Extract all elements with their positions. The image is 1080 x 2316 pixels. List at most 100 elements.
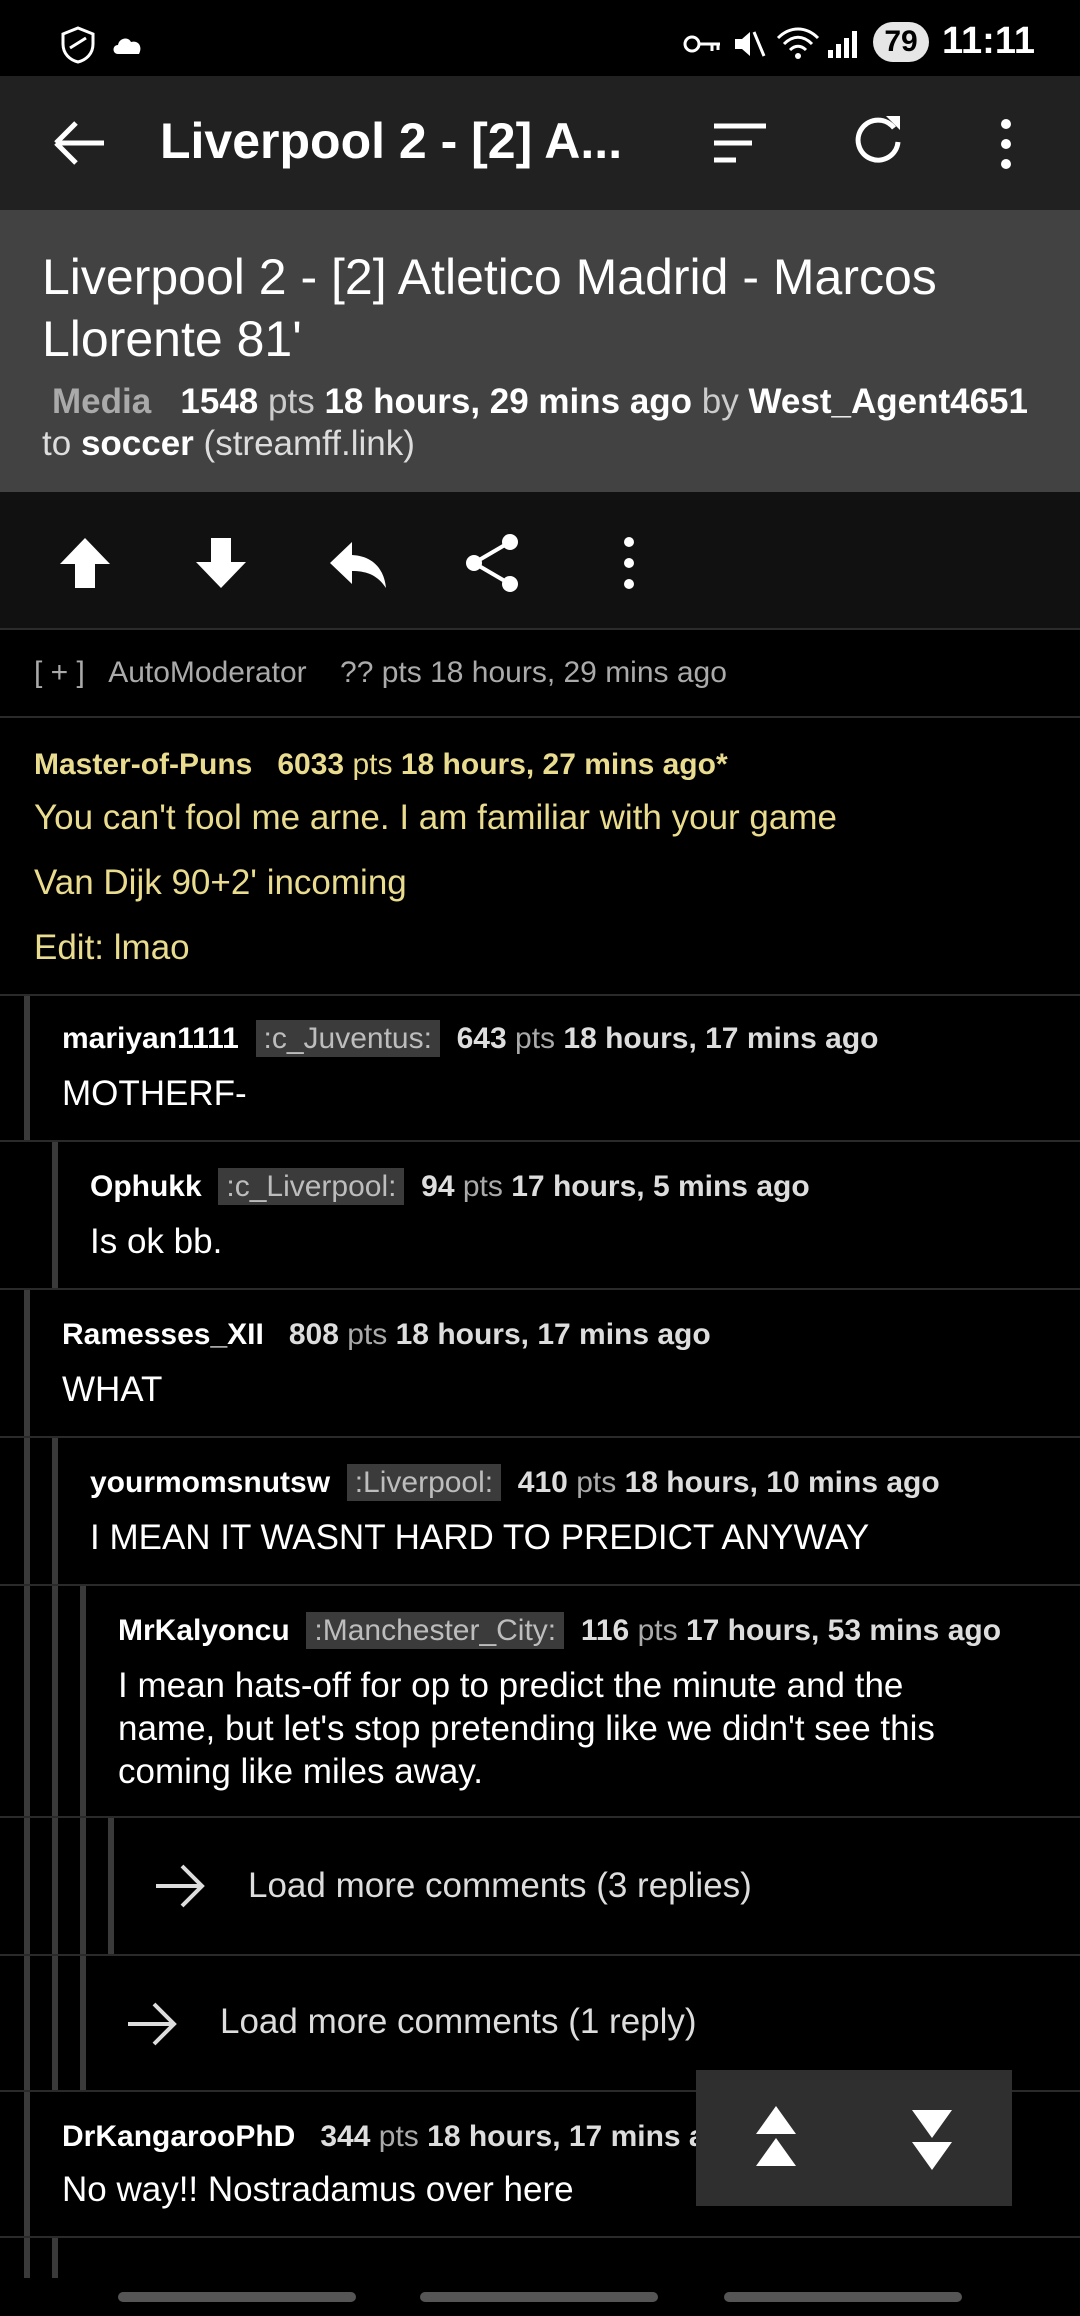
comment-author[interactable]: Ramesses_XII	[62, 1318, 264, 1351]
thread-indent-bar	[52, 1956, 58, 2090]
jump-down-icon[interactable]	[900, 2100, 964, 2176]
comment-pts-label: pts	[576, 1466, 617, 1499]
comment-author[interactable]: yourmomsnutsw	[90, 1466, 330, 1499]
thread-indent-bar	[52, 1818, 58, 1954]
thread-indent-bar	[24, 1438, 30, 1584]
comment-time: 18 hours, 27 mins ago*	[400, 748, 728, 781]
comment-points: 643	[456, 1022, 507, 1055]
post-title: Liverpool 2 - [2] Atletico Madrid - Marc…	[42, 249, 937, 367]
signal-icon	[828, 31, 857, 58]
comment-author[interactable]: AutoModerator	[108, 656, 306, 689]
sort-icon[interactable]	[712, 120, 768, 166]
thread-indent-bar	[80, 1818, 86, 1954]
comment-author[interactable]: Ophukk	[90, 1170, 202, 1203]
comment-pts-label: pts	[347, 1318, 388, 1351]
comment-header: DrKangarooPhD 344 pts 18 hours, 17 mins …	[62, 2120, 742, 2154]
expand-toggle[interactable]: [ + ]	[34, 656, 85, 689]
downvote-icon[interactable]	[186, 528, 256, 598]
post-points: 1548	[180, 382, 259, 421]
post-domain[interactable]: (streamff.link)	[204, 424, 415, 463]
comment-author[interactable]: Master-of-Puns	[34, 748, 252, 781]
back-arrow-icon[interactable]	[52, 118, 108, 168]
comment-author[interactable]: MrKalyoncu	[118, 1614, 290, 1647]
post-subreddit-line: to soccer (streamff.link)	[42, 422, 415, 466]
comment-header: Ophukk :c_Liverpool: 94 pts 17 hours, 5 …	[90, 1168, 810, 1205]
thread-indent-bar	[24, 2092, 30, 2236]
comment-body-line: Edit: lmao	[34, 928, 190, 967]
comment-points: 116	[580, 1614, 630, 1647]
clock: 11:11	[942, 20, 1035, 62]
nav-gesture-pill	[118, 2292, 356, 2302]
comment-body: I mean hats-off for op to predict the mi…	[118, 1666, 935, 1791]
comment[interactable]: Ramesses_XII 808 pts 18 hours, 17 mins a…	[0, 1290, 1080, 1438]
collapsed-comment-header: [ + ] AutoModerator ?? pts 18 hours, 29 …	[34, 656, 727, 690]
thread-indent-bar	[24, 1818, 30, 1954]
refresh-icon[interactable]	[850, 112, 906, 168]
thread-indent-bar	[52, 1142, 58, 1288]
comment[interactable]: Ophukk :c_Liverpool: 94 pts 17 hours, 5 …	[0, 1142, 1080, 1290]
post-type-badge: Media	[52, 382, 152, 421]
thread-indent-bar	[24, 1586, 30, 1816]
shield-icon	[61, 26, 95, 64]
thread-indent-bar	[80, 1586, 86, 1816]
comment-body: Is ok bb.	[90, 1222, 223, 1261]
comment-body-line: Van Dijk 90+2' incoming	[34, 863, 407, 902]
status-bar: 79 11:11	[0, 0, 1080, 76]
comment-time: 18 hours, 10 mins ago	[624, 1466, 940, 1499]
mute-icon	[735, 31, 766, 57]
more-actions-icon[interactable]	[594, 528, 664, 598]
vpn-key-icon	[683, 35, 720, 53]
comment-points: 94	[421, 1170, 455, 1203]
comment-points: 808	[288, 1318, 339, 1351]
comment-author[interactable]: mariyan1111	[62, 1022, 239, 1055]
comment-time: 17 hours, 53 mins ago	[685, 1614, 1002, 1647]
comment-header: yourmomsnutsw :Liverpool: 410 pts 18 hou…	[90, 1464, 940, 1501]
user-flair: :Manchester_City:	[306, 1612, 565, 1649]
wifi-icon	[776, 27, 820, 59]
post-subreddit[interactable]: soccer	[81, 424, 194, 463]
comment[interactable]: yourmomsnutsw :Liverpool: 410 pts 18 hou…	[0, 1438, 1080, 1586]
comment-meta: ?? pts 18 hours, 29 mins ago	[340, 656, 727, 689]
comment-points: 410	[517, 1466, 568, 1499]
comment[interactable]: Master-of-Puns 6033 pts 18 hours, 27 min…	[0, 718, 1080, 996]
comment-body: WHAT	[62, 1370, 163, 1409]
jump-up-icon[interactable]	[744, 2100, 808, 2176]
comment-pts-label: pts	[462, 1170, 503, 1203]
thread-indent-bar	[52, 1586, 58, 1816]
load-more-label: Load more comments (1 reply)	[220, 2002, 697, 2041]
thread-indent-bar	[24, 1290, 30, 1436]
comment-body: I MEAN IT WASNT HARD TO PREDICT ANYWAY	[90, 1518, 870, 1557]
comment-header: Master-of-Puns 6033 pts 18 hours, 27 min…	[34, 748, 728, 782]
post-meta: Media 1548 pts 18 hours, 29 mins ago by …	[42, 380, 1028, 424]
comment[interactable]: MrKalyoncu :Manchester_City: 116 pts 17 …	[0, 1586, 1080, 1818]
comment-time: 17 hours, 5 mins ago	[511, 1170, 810, 1203]
comment-time: 18 hours, 17 mins ago	[563, 1022, 879, 1055]
thread-indent-bar	[108, 1818, 114, 1954]
comment-pts-label: pts	[515, 1022, 556, 1055]
post-actions	[0, 492, 1080, 630]
comment-author[interactable]: DrKangarooPhD	[62, 2120, 295, 2153]
comment-header: Ramesses_XII 808 pts 18 hours, 17 mins a…	[62, 1318, 711, 1352]
comment-body-line: You can't fool me arne. I am familiar wi…	[34, 798, 837, 837]
comment-pts-label: pts	[378, 2120, 419, 2153]
comment-header: mariyan1111 :c_Juventus: 643 pts 18 hour…	[62, 1020, 879, 1057]
page-title: Liverpool 2 - [2] A...	[160, 113, 623, 169]
post-by: by	[701, 382, 739, 421]
reply-icon[interactable]	[322, 528, 392, 598]
user-flair: :c_Liverpool:	[218, 1168, 405, 1205]
load-more-row[interactable]: Load more comments (3 replies)	[0, 1818, 1080, 1956]
thread-indent-bar	[24, 2238, 30, 2278]
comment-pts-label: pts	[637, 1614, 678, 1647]
post-pts-label: pts	[268, 382, 315, 421]
upvote-icon[interactable]	[50, 528, 120, 598]
comment-pts-label: pts	[352, 748, 393, 781]
nav-gesture-pill	[724, 2292, 962, 2302]
comment[interactable]: mariyan1111 :c_Juventus: 643 pts 18 hour…	[0, 996, 1080, 1142]
user-flair: :c_Juventus:	[255, 1020, 440, 1057]
overflow-menu-icon[interactable]	[994, 116, 1018, 172]
comment-time: 18 hours, 17 mins ago	[427, 2120, 743, 2153]
user-flair: :Liverpool:	[346, 1464, 502, 1501]
post-author[interactable]: West_Agent4651	[749, 382, 1028, 421]
share-icon[interactable]	[458, 528, 528, 598]
comment-body: No way!! Nostradamus over here	[62, 2170, 574, 2209]
